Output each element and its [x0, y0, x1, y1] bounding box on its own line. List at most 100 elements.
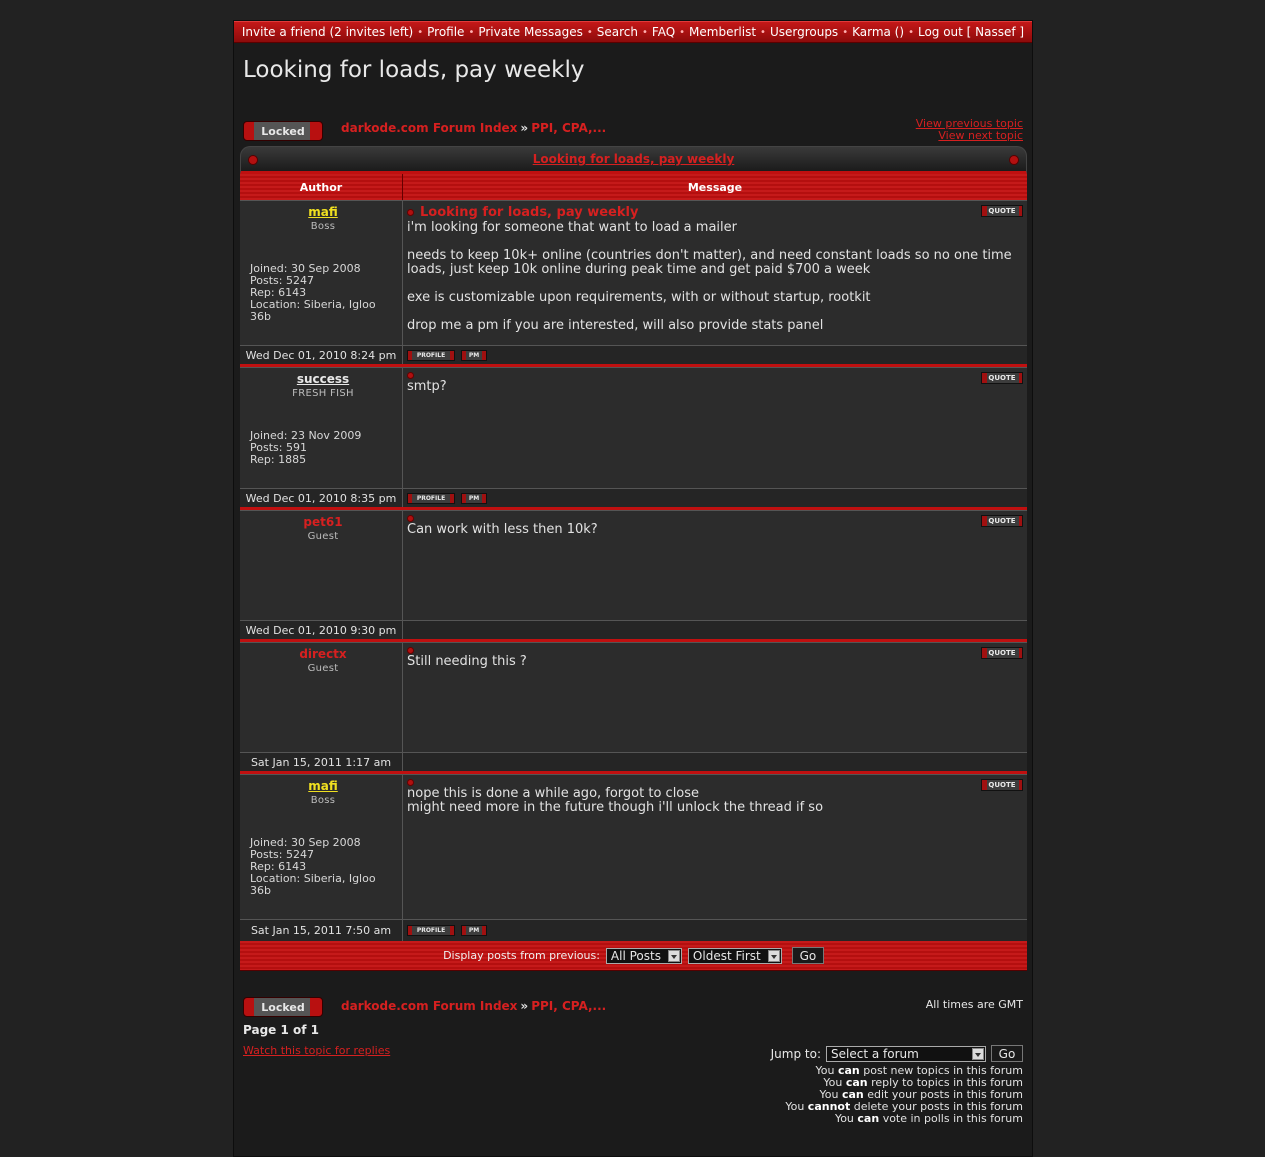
message-column-header: Message: [687, 180, 743, 194]
profile-button[interactable]: PROFILE: [407, 492, 455, 504]
pm-button[interactable]: PM: [461, 925, 487, 936]
topic-title-link[interactable]: Looking for loads, pay weekly: [533, 152, 735, 166]
nav-sep: •: [908, 26, 914, 38]
chevron-down-icon: [667, 949, 680, 962]
post-body: Looking for loads, pay weekly i'm lookin…: [403, 201, 1027, 345]
post-actions: PROFILE PM: [403, 920, 487, 941]
post-range-select[interactable]: All Posts: [605, 947, 682, 964]
profile-button[interactable]: PROFILE: [407, 925, 455, 936]
view-next-topic-link[interactable]: View next topic: [916, 130, 1023, 142]
post-body: Still needing this ? QUOTE: [403, 643, 1027, 752]
post-date: Sat Jan 15, 2011 7:50 am: [240, 920, 403, 941]
post-subject: [407, 515, 1023, 522]
post-subject-text: Looking for loads, pay weekly: [420, 205, 639, 220]
post-footer: Wed Dec 01, 2010 9:30 pm: [240, 620, 1027, 642]
post-subject: [407, 372, 1023, 379]
quote-button[interactable]: QUOTE: [981, 372, 1023, 384]
post-date: Wed Dec 01, 2010 8:24 pm: [240, 346, 403, 364]
header-dot-icon: [248, 155, 258, 165]
locked-button-top[interactable]: Locked: [243, 121, 323, 141]
post-author: mafi Boss Joined: 30 Sep 2008 Posts: 524…: [240, 775, 403, 919]
timezone-note: All times are GMT: [925, 998, 1023, 1011]
username-link[interactable]: success: [250, 372, 396, 386]
user-rank: Boss: [310, 795, 336, 806]
post-body: nope this is done a while ago, forgot to…: [403, 775, 1027, 919]
username-link[interactable]: mafi: [250, 779, 396, 793]
breadcrumb-top: darkode.com Forum Index» PPI, CPA,...: [341, 121, 606, 135]
chevron-down-icon: [972, 1047, 984, 1060]
page-wrapper: Invite a friend (2 invites left) • Profil…: [233, 20, 1033, 1157]
user-info: Joined: 30 Sep 2008 Posts: 5247 Rep: 614…: [250, 837, 376, 897]
breadcrumb-forum-link[interactable]: PPI, CPA,...: [531, 999, 606, 1013]
username: directx: [299, 647, 347, 661]
breadcrumb-index-link[interactable]: darkode.com Forum Index: [341, 999, 517, 1013]
page-indicator: Page 1 of 1: [243, 1023, 319, 1037]
nav-search[interactable]: Search: [597, 25, 638, 39]
column-headers: Author Message: [240, 174, 1027, 200]
profile-button[interactable]: PROFILE: [407, 349, 455, 361]
topic-header: Looking for loads, pay weekly: [240, 146, 1027, 174]
jump-to: Jump to: Select a forum Go: [771, 1045, 1023, 1062]
nav-sep: •: [760, 26, 766, 38]
quote-button[interactable]: QUOTE: [981, 779, 1023, 791]
post-footer: Wed Dec 01, 2010 8:35 pm PROFILE PM: [240, 488, 1027, 510]
jump-go-button[interactable]: Go: [991, 1045, 1023, 1062]
post-bullet-icon: [407, 779, 414, 786]
post-footer: Sat Jan 15, 2011 1:17 am: [240, 752, 1027, 774]
post-author: mafi Boss Joined: 30 Sep 2008 Posts: 524…: [240, 201, 403, 345]
nav-invite[interactable]: Invite a friend (2 invites left): [242, 25, 413, 39]
nav-sep: •: [679, 26, 686, 38]
watch-topic-link[interactable]: Watch this topic for replies: [243, 1044, 390, 1057]
post-bullet-icon: [407, 647, 414, 654]
nav-sep: •: [641, 26, 648, 38]
breadcrumb-index-link[interactable]: darkode.com Forum Index: [341, 121, 517, 135]
nav-faq[interactable]: FAQ: [652, 25, 675, 39]
message-line: nope this is done a while ago, forgot to…: [407, 786, 700, 801]
username: pet61: [303, 515, 343, 529]
user-location-cont: 36b: [250, 310, 271, 323]
breadcrumb-forum-link[interactable]: PPI, CPA,...: [531, 121, 606, 135]
post-body: Can work with less then 10k? QUOTE: [403, 511, 1027, 620]
post-footer: Sat Jan 15, 2011 7:50 am PROFILE PM: [240, 919, 1027, 941]
quote-button[interactable]: QUOTE: [981, 647, 1023, 659]
top-nav: Invite a friend (2 invites left) • Profil…: [234, 21, 1032, 43]
message-line: smtp?: [407, 379, 447, 394]
nav-usergroups[interactable]: Usergroups: [770, 25, 838, 39]
post-row: mafi Boss Joined: 30 Sep 2008 Posts: 524…: [240, 200, 1027, 345]
quote-button[interactable]: QUOTE: [981, 515, 1023, 527]
display-label: Display posts from previous:: [443, 949, 600, 962]
breadcrumb-arrow: »: [520, 121, 529, 135]
post-row: success FRESH FISH Joined: 23 Nov 2009 P…: [240, 367, 1027, 488]
post-subject: [407, 647, 1023, 654]
nav-logout[interactable]: Log out [ Nassef ]: [918, 25, 1024, 39]
author-column-header: Author: [240, 174, 403, 200]
pm-button[interactable]: PM: [461, 492, 487, 504]
nav-private-messages[interactable]: Private Messages: [478, 25, 583, 39]
locked-button-bottom[interactable]: Locked: [243, 997, 323, 1017]
nav-sep: •: [468, 26, 475, 38]
user-location-cont: 36b: [250, 884, 271, 897]
post-bullet-icon: [407, 209, 414, 216]
post-order-value: Oldest First: [692, 948, 761, 963]
post-actions: [403, 621, 407, 639]
jump-forum-select[interactable]: Select a forum: [826, 1045, 986, 1062]
topic-nav-links: View previous topic View next topic: [916, 118, 1023, 142]
username-link[interactable]: mafi: [250, 205, 396, 219]
post-author: directx Guest: [240, 643, 403, 752]
nav-sep: •: [417, 26, 424, 38]
nav-profile[interactable]: Profile: [427, 25, 464, 39]
post-row: directx Guest Still needing this ? QUOTE: [240, 642, 1027, 752]
chevron-down-icon: [767, 949, 780, 962]
nav-karma[interactable]: Karma (): [852, 25, 904, 39]
nav-memberlist[interactable]: Memberlist: [689, 25, 756, 39]
post-subject: [407, 779, 1023, 786]
display-go-button[interactable]: Go: [791, 947, 824, 964]
page-title: Looking for loads, pay weekly: [243, 57, 585, 83]
post-row: mafi Boss Joined: 30 Sep 2008 Posts: 524…: [240, 774, 1027, 919]
quote-button[interactable]: QUOTE: [981, 205, 1023, 217]
post-order-select[interactable]: Oldest First: [687, 947, 782, 964]
pm-button[interactable]: PM: [461, 349, 487, 361]
post-bullet-icon: [407, 515, 414, 522]
message-line: Can work with less then 10k?: [407, 522, 598, 537]
post-footer: Wed Dec 01, 2010 8:24 pm PROFILE PM: [240, 345, 1027, 367]
